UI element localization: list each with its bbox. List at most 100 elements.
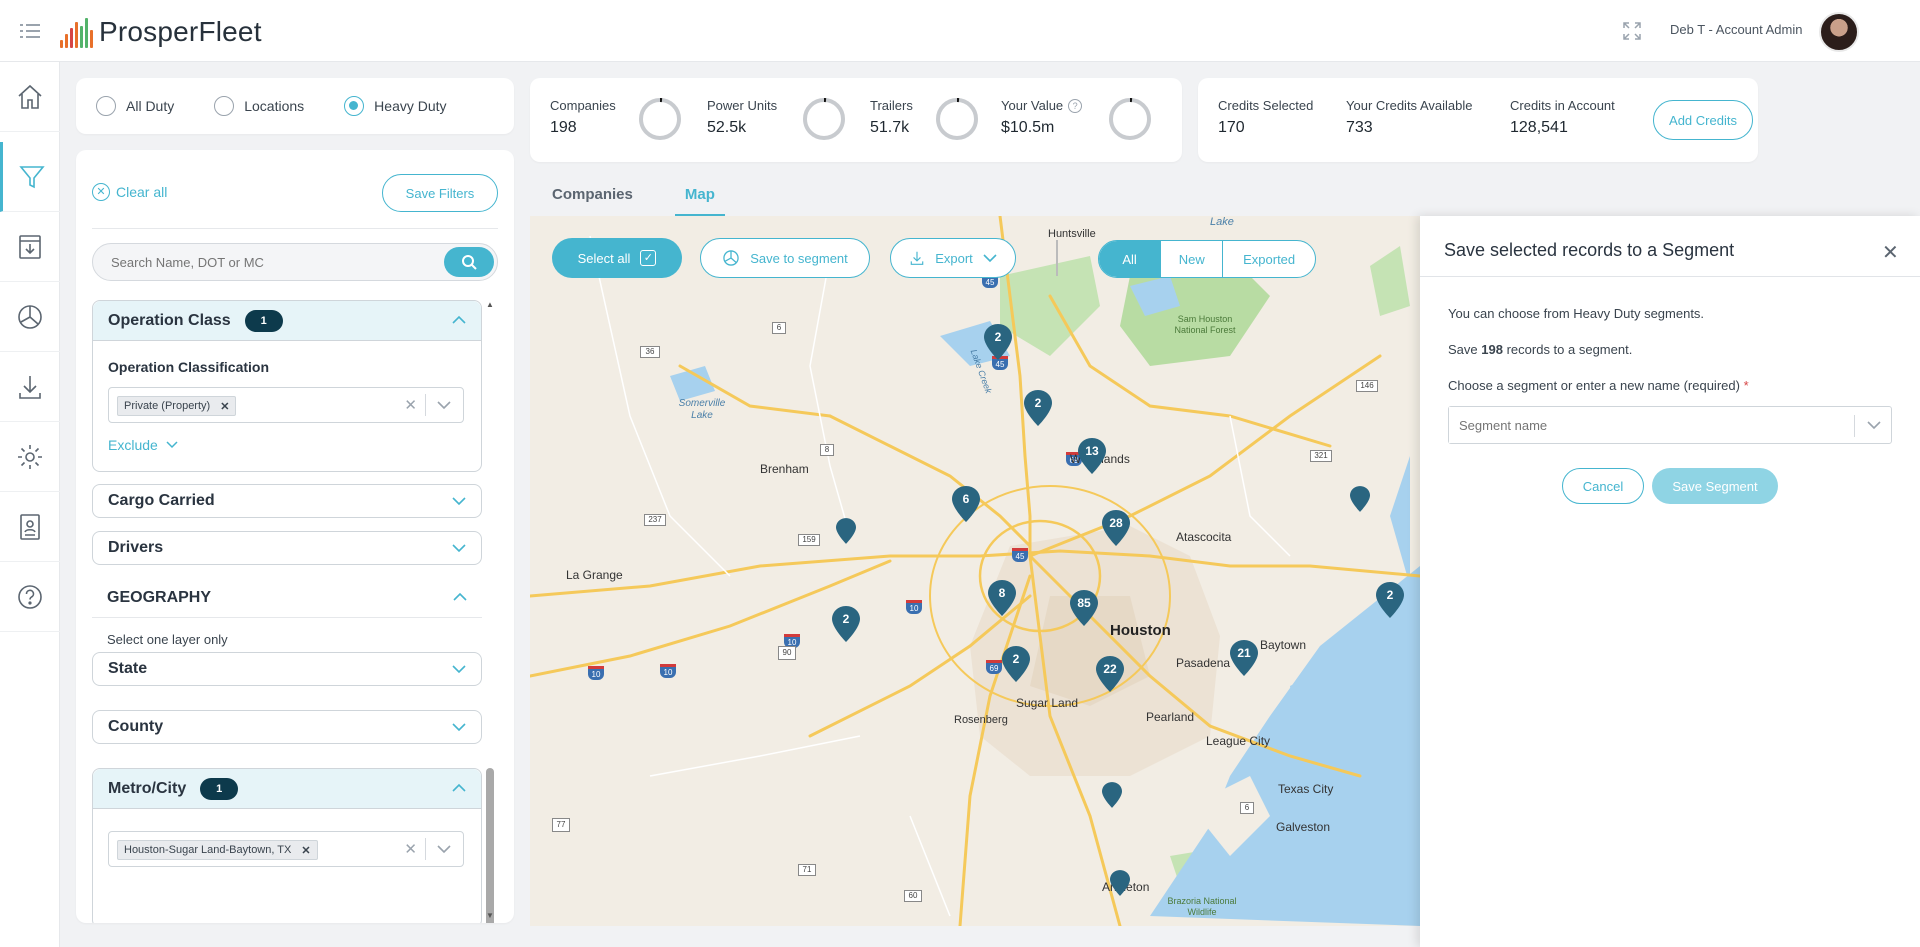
fullscreen-icon[interactable] (1623, 22, 1641, 40)
search-input[interactable] (93, 244, 423, 280)
chevron-down-icon (452, 665, 466, 674)
section-title: Operation Class (108, 311, 231, 329)
tab-companies[interactable]: Companies (530, 176, 639, 216)
exclude-toggle[interactable]: Exclude (108, 437, 178, 453)
map-pin[interactable]: 2 (1002, 646, 1030, 682)
map-pin[interactable]: 8 (988, 580, 1016, 616)
geography-header[interactable]: GEOGRAPHY (92, 578, 482, 618)
nav-contacts[interactable] (0, 492, 60, 562)
interstate-shield: 10 (660, 664, 676, 678)
scroll-down-icon[interactable]: ▼ (486, 911, 494, 920)
drivers-section[interactable]: Drivers (92, 531, 482, 565)
map-pin[interactable]: 2 (1024, 390, 1052, 426)
menu-toggle-icon[interactable] (20, 22, 42, 40)
logo[interactable]: ProsperFleet (60, 14, 262, 50)
user-name[interactable]: Deb T - Account Admin (1670, 22, 1802, 37)
clear-all-button[interactable]: ✕ Clear all (92, 183, 167, 201)
section-title: GEOGRAPHY (107, 588, 212, 606)
map-pin[interactable]: 2 (832, 606, 860, 642)
map-pin-single[interactable] (836, 518, 856, 544)
refuge-label: Brazoria National Wildlife (1167, 896, 1237, 917)
required-mark: * (1743, 378, 1749, 393)
map-pin[interactable]: 21 (1230, 640, 1258, 676)
radio-dot[interactable] (214, 96, 235, 116)
text: records to a segment. (1506, 342, 1633, 357)
map-pin-single[interactable] (1110, 870, 1130, 896)
tab-map[interactable]: Map (674, 176, 725, 216)
county-header[interactable]: County (93, 711, 481, 743)
save-to-segment-button[interactable]: Save to segment (700, 238, 870, 278)
chevron-down-icon[interactable] (1867, 421, 1881, 430)
nav-settings[interactable] (0, 422, 60, 492)
nav-segments[interactable] (0, 282, 60, 352)
stat-label-text: Your Value (1001, 98, 1064, 113)
nav-help[interactable] (0, 562, 60, 632)
select-all-button[interactable]: Select all ✓ (552, 238, 682, 278)
close-icon[interactable]: ✕ (1882, 240, 1899, 265)
metro-city-select[interactable]: Houston-Sugar Land-Baytown, TX ✕ ✕ (108, 831, 464, 867)
segment-name-input[interactable] (1449, 407, 1829, 443)
chevron-down-icon[interactable] (437, 845, 451, 854)
chevron-up-icon[interactable] (452, 783, 466, 793)
stat-label: Your Value? (1001, 98, 1083, 113)
chevron-down-icon[interactable] (437, 401, 451, 410)
filter-scrollbar[interactable]: ▲ ▼ (484, 300, 496, 923)
scroll-up-icon[interactable]: ▲ (486, 300, 494, 309)
segment-name-select[interactable] (1448, 406, 1892, 444)
selected-chip: Houston-Sugar Land-Baytown, TX ✕ (117, 840, 318, 860)
map-pin[interactable]: 22 (1096, 656, 1124, 692)
clear-selection-icon[interactable]: ✕ (404, 840, 417, 858)
radio-dot[interactable] (344, 96, 365, 116)
chip-remove-icon[interactable]: ✕ (220, 400, 229, 413)
add-credits-button[interactable]: Add Credits (1653, 100, 1753, 140)
city-label: Texas City (1278, 782, 1334, 796)
highway-shield: 90 (778, 646, 796, 660)
chip-remove-icon[interactable]: ✕ (301, 844, 310, 857)
map-pin[interactable]: 2 (1376, 582, 1404, 618)
operation-classification-select[interactable]: Private (Property) ✕ ✕ (108, 387, 464, 423)
radio-heavy-duty[interactable]: Heavy Duty (344, 96, 447, 116)
drivers-header[interactable]: Drivers (93, 532, 481, 564)
toggle-all[interactable]: All (1099, 241, 1162, 277)
export-button[interactable]: Export (890, 238, 1016, 278)
state-header[interactable]: State (93, 653, 481, 685)
clear-selection-icon[interactable]: ✕ (404, 396, 417, 414)
scroll-thumb[interactable] (486, 768, 494, 923)
section-title: Metro/City (108, 779, 187, 797)
nav-downloads-box[interactable] (0, 212, 60, 282)
nav-filters[interactable] (0, 142, 60, 212)
county-section[interactable]: County (92, 710, 482, 744)
map-pin[interactable]: 13 (1078, 438, 1106, 474)
city-label: Atascocita (1176, 530, 1232, 544)
nav-export[interactable] (0, 352, 60, 422)
help-icon[interactable]: ? (1068, 98, 1083, 113)
operation-class-header[interactable]: Operation Class 1 (93, 301, 481, 341)
map-view[interactable]: 45 45 69 45 10 10 10 10 69 36 6 36 8 237… (530, 216, 1420, 926)
save-filters-button[interactable]: Save Filters (382, 174, 498, 212)
avatar[interactable] (1819, 12, 1859, 52)
map-pin[interactable]: 85 (1070, 590, 1098, 626)
toggle-exported[interactable]: Exported (1223, 241, 1315, 277)
stat-value: 733 (1346, 119, 1373, 136)
left-nav-rail (0, 62, 60, 947)
radio-dot[interactable] (96, 96, 116, 116)
cargo-carried-header[interactable]: Cargo Carried (93, 485, 481, 517)
pin-count: 2 (1034, 396, 1042, 410)
save-segment-button[interactable]: Save Segment (1652, 468, 1778, 504)
state-section[interactable]: State (92, 652, 482, 686)
map-pin[interactable]: 6 (952, 486, 980, 522)
map-pin[interactable]: 2 (984, 324, 1012, 360)
metro-city-header[interactable]: Metro/City 1 (93, 769, 481, 809)
radio-all-duty[interactable]: All Duty (96, 96, 174, 116)
search-button[interactable] (444, 247, 494, 277)
map-pin-single[interactable] (1350, 486, 1370, 512)
pin-count: 85 (1077, 596, 1091, 610)
cancel-button[interactable]: Cancel (1562, 468, 1644, 504)
map-pin[interactable]: 28 (1102, 510, 1130, 546)
cargo-carried-section[interactable]: Cargo Carried (92, 484, 482, 518)
chevron-up-icon[interactable] (452, 315, 466, 325)
map-pin-single[interactable] (1102, 782, 1122, 808)
nav-home[interactable] (0, 62, 60, 132)
toggle-new[interactable]: New (1161, 241, 1224, 277)
radio-locations[interactable]: Locations (214, 96, 304, 116)
